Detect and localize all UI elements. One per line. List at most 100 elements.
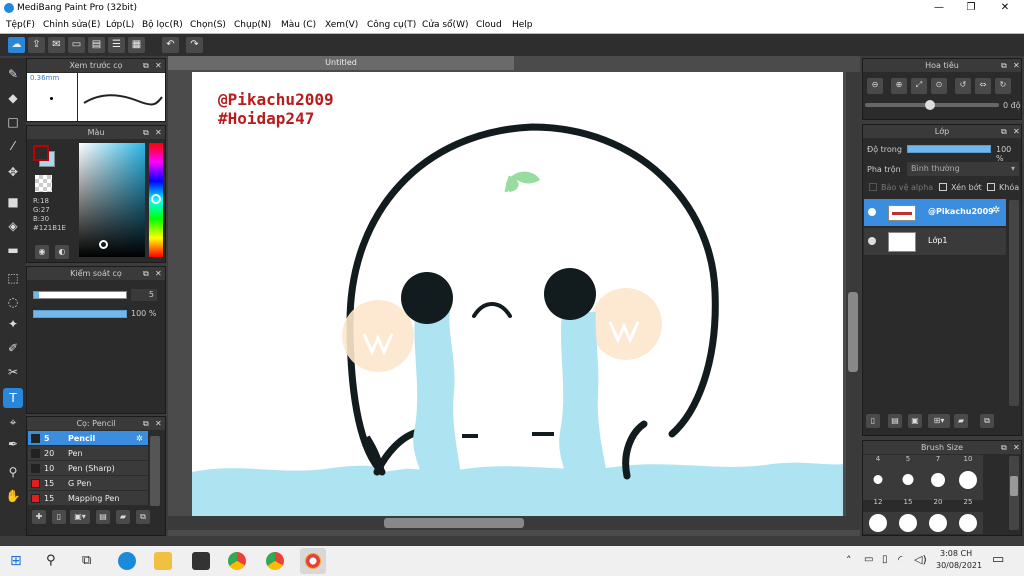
menu-color[interactable]: Màu (C) (281, 16, 316, 34)
close-icon[interactable]: ✕ (155, 59, 162, 72)
select-pen-tool-icon[interactable]: ✐ (3, 338, 23, 358)
brush-size-15[interactable]: 15 (893, 472, 923, 506)
gradient-tool-icon[interactable]: ▬ (3, 240, 23, 260)
menu-snap[interactable]: Chụp(N) (234, 16, 271, 34)
brush-tool-icon[interactable]: ✎ (3, 64, 23, 84)
popout-icon[interactable]: ⧉ (1001, 125, 1007, 138)
menu-tools[interactable]: Công cụ(T) (367, 16, 416, 34)
fit-screen-icon[interactable]: ⤢ (911, 78, 927, 94)
brush-size-scroll-thumb[interactable] (1010, 476, 1018, 496)
notification-icon[interactable]: ▭ (992, 552, 1004, 567)
rotate-left-icon[interactable]: ↺ (955, 78, 971, 94)
popout-icon[interactable]: ⧉ (143, 417, 149, 430)
canvas-vertical-scrollbar[interactable] (846, 72, 860, 516)
edge-browser-icon[interactable] (118, 552, 136, 570)
menu-cloud[interactable]: Cloud (476, 16, 502, 34)
line-tool-icon[interactable]: ⁄ (3, 136, 23, 156)
move-tool-icon[interactable]: ✥ (3, 162, 23, 182)
layer-item-text[interactable]: @Pikachu2009 ✲ (864, 199, 1006, 227)
new-layer-color-icon[interactable]: ▤ (888, 414, 902, 428)
color-picker-cursor[interactable] (99, 240, 108, 249)
eyedropper-tool-icon[interactable]: ⚲ (3, 462, 23, 482)
folder-icon[interactable]: ▰ (116, 510, 130, 524)
brush-opacity-slider[interactable] (33, 310, 127, 318)
chevron-up-icon[interactable]: ˄ (846, 554, 852, 567)
brush-item-pencil[interactable]: 5 Pencil ✲ (28, 431, 148, 446)
brush-doc-icon[interactable]: ▤ (96, 510, 110, 524)
layer-list-scrollbar[interactable] (1009, 200, 1019, 406)
eye-icon[interactable] (868, 237, 876, 245)
medibang-taskbar-item[interactable] (300, 548, 326, 574)
menu-view[interactable]: Xem(V) (325, 16, 358, 34)
clipping-checkbox[interactable] (939, 183, 947, 191)
menu-filter[interactable]: Bộ lọc(R) (142, 16, 183, 34)
cloud-icon[interactable]: ☁ (8, 37, 25, 53)
actual-size-icon[interactable]: ⊙ (931, 78, 947, 94)
gear-icon[interactable]: ✲ (992, 205, 1000, 216)
menu-edit[interactable]: Chỉnh sửa(E) (43, 16, 100, 34)
brush-item-g-pen[interactable]: 15 G Pen (28, 476, 148, 491)
close-icon[interactable]: ✕ (1013, 59, 1020, 72)
menu-window[interactable]: Cửa sổ(W) (422, 16, 468, 34)
message-icon[interactable]: ▭ (68, 37, 85, 53)
brush-item-mapping-pen[interactable]: 15 Mapping Pen (28, 491, 148, 506)
chrome-icon[interactable] (228, 552, 246, 570)
color-settings-icon[interactable]: ◐ (55, 245, 69, 259)
transparent-color-swatch[interactable] (35, 175, 52, 192)
layer-opacity-slider[interactable] (907, 145, 991, 153)
horizontal-scroll-thumb[interactable] (384, 518, 524, 528)
brush-size-larger-2[interactable] (893, 512, 923, 534)
store-icon[interactable] (192, 552, 210, 570)
primary-color-swatch[interactable] (33, 145, 49, 161)
palette-icon[interactable]: ◉ (35, 245, 49, 259)
zoom-out-icon[interactable]: ⊖ (867, 78, 883, 94)
brush-size-larger-3[interactable] (923, 512, 953, 534)
lock-checkbox[interactable] (987, 183, 995, 191)
brush-size-25[interactable]: 25 (953, 471, 983, 506)
brush-size-slider[interactable] (33, 291, 127, 299)
menu-file[interactable]: Tệp(F) (6, 16, 35, 34)
close-icon[interactable]: ✕ (155, 267, 162, 280)
brush-size-larger-4[interactable] (953, 512, 983, 534)
lasso-tool-icon[interactable]: ◌ (3, 292, 23, 312)
share-icon[interactable]: ⇪ (28, 37, 45, 53)
brush-size-value[interactable]: 5 (131, 289, 157, 301)
menu-layer[interactable]: Lớp(L) (106, 16, 134, 34)
clock-date[interactable]: 30/08/2021 (936, 561, 982, 570)
minimize-button[interactable]: — (924, 0, 954, 16)
magic-wand-tool-icon[interactable]: ✦ (3, 314, 23, 334)
close-button[interactable]: ✕ (990, 0, 1020, 16)
close-icon[interactable]: ✕ (155, 126, 162, 139)
rotation-slider-handle[interactable] (925, 100, 935, 110)
chrome-profile-icon[interactable] (266, 552, 284, 570)
menu-select[interactable]: Chọn(S) (190, 16, 226, 34)
select-rect-tool-icon[interactable]: ⬚ (3, 268, 23, 288)
document-tab[interactable]: Untitled (168, 56, 514, 70)
new-brush-icon[interactable]: ▯ (52, 510, 66, 524)
close-icon[interactable]: ✕ (1013, 441, 1020, 454)
new-layer-halftone-icon[interactable]: ▣ (908, 414, 922, 428)
search-icon[interactable]: ⚲ (46, 552, 64, 570)
battery-icon[interactable]: ▭ (864, 554, 873, 565)
eraser-tool-icon[interactable]: ◆ (3, 88, 23, 108)
vertical-scroll-thumb[interactable] (848, 292, 858, 372)
layer-item-layer1[interactable]: Lớp1 (864, 228, 1006, 256)
new-layer-icon[interactable]: ▯ (866, 414, 880, 428)
rotate-right-icon[interactable]: ↻ (995, 78, 1011, 94)
popout-icon[interactable]: ⧉ (143, 267, 149, 280)
rectangle-tool-icon[interactable]: □ (3, 112, 23, 132)
select-eraser-tool-icon[interactable]: ✂ (3, 362, 23, 382)
canvas-horizontal-scrollbar[interactable] (168, 516, 860, 530)
brush-menu-icon[interactable]: ▣▾ (70, 510, 90, 524)
undo-icon[interactable]: ↶ (162, 37, 179, 53)
device-icon[interactable]: ▯ (882, 554, 888, 565)
list-icon[interactable]: ☰ (108, 37, 125, 53)
hand-tool-icon[interactable]: ✋ (3, 486, 23, 506)
wifi-icon[interactable]: ◜ (898, 553, 902, 566)
dropper-tool-icon[interactable]: ✒ (3, 434, 23, 454)
brush-size-larger-1[interactable] (863, 512, 893, 534)
volume-icon[interactable]: ◁) (914, 553, 927, 566)
brush-size-scrollbar[interactable] (1009, 456, 1019, 530)
saturation-value-picker[interactable] (79, 143, 145, 257)
brush-item-pen-sharp[interactable]: 10 Pen (Sharp) (28, 461, 148, 476)
